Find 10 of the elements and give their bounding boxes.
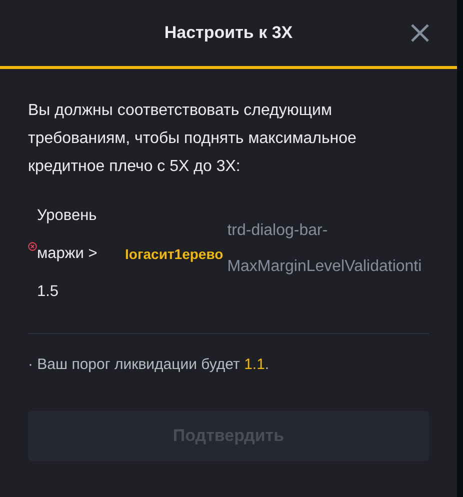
translation-key-text: trd-dialog-bar- — [227, 221, 329, 241]
liquidation-note: · Ваш порог ликвидации будет 1.1. — [28, 356, 270, 373]
dialog-title: Настроить к 3X — [164, 23, 293, 43]
close-icon — [410, 23, 430, 43]
requirement-label: Уровень — [37, 206, 98, 226]
action-link[interactable]: Іогасит1ерево — [125, 246, 224, 262]
requirement-label: 1.5 — [37, 282, 60, 302]
requirement-label: маржи > — [37, 244, 98, 264]
translation-key-text: MaxMarginLevelValidationti — [227, 257, 422, 277]
requirements-text: Вы должны соответствовать следующим требованиям, чтобы поднять максимальное кредитное плечо с 5X до 3X: — [28, 101, 358, 177]
